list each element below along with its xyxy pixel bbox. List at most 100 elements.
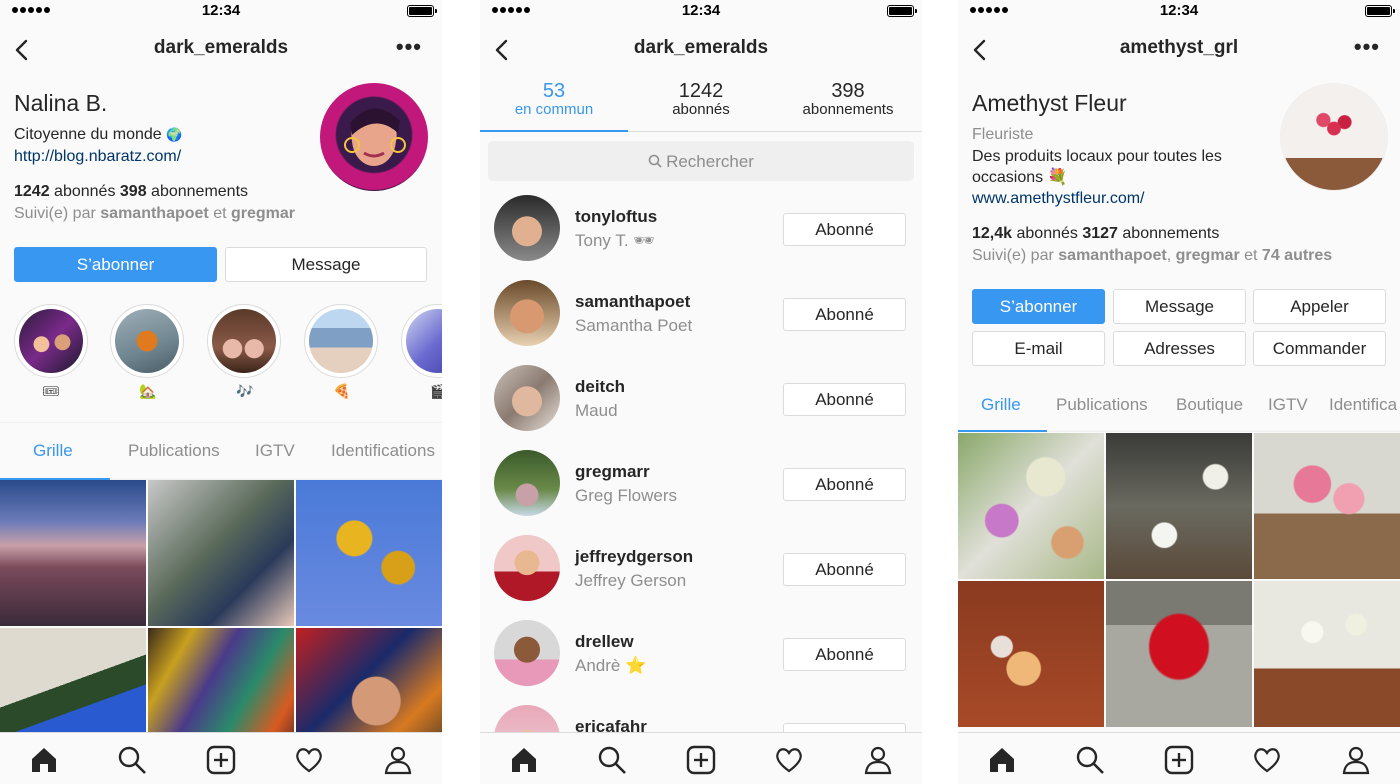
search-icon[interactable] <box>597 745 627 775</box>
call-button[interactable]: Appeler <box>1253 289 1386 324</box>
profile-link[interactable]: http://blog.nbaratz.com/ <box>14 146 181 167</box>
avatar[interactable] <box>494 450 560 516</box>
avatar[interactable] <box>320 83 428 191</box>
grid-photo[interactable] <box>958 581 1104 727</box>
profile-link[interactable]: www.amethystfleur.com/ <box>972 188 1145 209</box>
grid-photo[interactable] <box>958 433 1104 579</box>
back-arrow-icon[interactable] <box>970 38 990 62</box>
following-button[interactable]: Abonné <box>783 383 906 416</box>
list-item[interactable]: gregmarr Greg Flowers Abonné <box>480 440 922 525</box>
story-highlight[interactable] <box>304 304 378 378</box>
followers-count[interactable]: 1242 <box>14 183 50 200</box>
following-button[interactable]: Abonné <box>783 638 906 671</box>
tab-posts[interactable]: Publications <box>1056 395 1148 415</box>
back-arrow-icon[interactable] <box>492 38 512 62</box>
following-button[interactable]: Abonné <box>783 213 906 246</box>
followed-by-user[interactable]: gregmar <box>231 205 295 222</box>
search-input[interactable]: Rechercher <box>488 141 914 181</box>
followers-label[interactable]: abonnés <box>54 183 115 200</box>
tab-posts[interactable]: Publications <box>128 441 220 461</box>
profile-icon[interactable] <box>383 745 413 775</box>
grid-photo[interactable] <box>1106 581 1252 727</box>
back-arrow-icon[interactable] <box>12 38 32 62</box>
search-icon[interactable] <box>1075 745 1105 775</box>
tab-tagged[interactable]: Identifications <box>331 441 435 461</box>
profile-icon[interactable] <box>863 745 893 775</box>
following-label[interactable]: abonnements <box>151 183 248 200</box>
avatar[interactable] <box>494 535 560 601</box>
tab-grid[interactable]: Grille <box>981 395 1021 415</box>
tab-shop[interactable]: Boutique <box>1176 395 1243 415</box>
following-label[interactable]: abonnements <box>1122 225 1219 242</box>
following-button[interactable]: Abonné <box>783 553 906 586</box>
tab-grid[interactable]: Grille <box>33 441 73 461</box>
followed-by-user[interactable]: gregmar <box>1176 247 1240 264</box>
username[interactable]: gregmarr <box>575 462 650 482</box>
message-button[interactable]: Message <box>1113 289 1246 324</box>
grid-photo[interactable] <box>0 480 146 626</box>
activity-heart-icon[interactable] <box>294 745 324 775</box>
following-button[interactable]: Abonné <box>783 468 906 501</box>
tab-igtv[interactable]: IGTV <box>1268 395 1308 415</box>
profile-icon[interactable] <box>1341 745 1371 775</box>
followed-by-others[interactable]: 74 autres <box>1262 247 1332 264</box>
username[interactable]: samanthapoet <box>575 292 690 312</box>
new-post-icon[interactable] <box>206 745 236 775</box>
grid-photo[interactable] <box>1254 581 1400 727</box>
search-placeholder-text: Rechercher <box>666 152 754 171</box>
order-button[interactable]: Commander <box>1253 331 1386 366</box>
tab-mutual[interactable]: 53 en commun <box>480 80 628 118</box>
avatar[interactable] <box>1280 83 1388 191</box>
list-item[interactable]: tonyloftus Tony T. 🕶 Abonné <box>480 185 922 270</box>
message-button[interactable]: Message <box>225 247 427 282</box>
follow-button[interactable]: S’abonner <box>14 247 217 282</box>
grid-photo[interactable] <box>296 480 442 626</box>
more-options-icon[interactable]: ••• <box>396 34 422 60</box>
followed-by-user[interactable]: samanthapoet <box>100 205 208 222</box>
grid-photo[interactable] <box>148 480 294 626</box>
username[interactable]: tonyloftus <box>575 207 657 227</box>
username[interactable]: deitch <box>575 377 625 397</box>
list-item[interactable]: samanthapoet Samantha Poet Abonné <box>480 270 922 355</box>
list-item[interactable]: deitch Maud Abonné <box>480 355 922 440</box>
following-button[interactable]: Abonné <box>783 298 906 331</box>
new-post-icon[interactable] <box>1164 745 1194 775</box>
tab-igtv[interactable]: IGTV <box>255 441 295 461</box>
tab-tagged[interactable]: Identifica <box>1329 395 1397 415</box>
grid-photo[interactable] <box>1106 433 1252 579</box>
tab-following[interactable]: 398 abonnements <box>774 80 922 118</box>
followers-count[interactable]: 12,4k <box>972 225 1012 242</box>
home-icon[interactable] <box>509 745 539 775</box>
more-options-icon[interactable]: ••• <box>1354 34 1380 60</box>
story-highlight[interactable] <box>401 304 442 378</box>
avatar[interactable] <box>494 280 560 346</box>
story-highlight[interactable] <box>207 304 281 378</box>
directions-button[interactable]: Adresses <box>1113 331 1246 366</box>
home-icon[interactable] <box>29 745 59 775</box>
list-item[interactable]: jeffreydgerson Jeffrey Gerson Abonné <box>480 525 922 610</box>
activity-heart-icon[interactable] <box>774 745 804 775</box>
follow-button[interactable]: S’abonner <box>972 289 1105 324</box>
avatar[interactable] <box>494 620 560 686</box>
followed-by[interactable]: Suivi(e) par samanthapoet, gregmar et 74… <box>972 245 1332 266</box>
activity-heart-icon[interactable] <box>1252 745 1282 775</box>
home-icon[interactable] <box>987 745 1017 775</box>
followers-label[interactable]: abonnés <box>1017 225 1078 242</box>
mutual-count: 53 <box>542 80 566 102</box>
followed-by[interactable]: Suivi(e) par samanthapoet et gregmar <box>14 203 295 224</box>
list-item[interactable]: drellew Andrè ⭐ Abonné <box>480 610 922 695</box>
story-highlight[interactable] <box>110 304 184 378</box>
grid-photo[interactable] <box>1254 433 1400 579</box>
avatar[interactable] <box>494 195 560 261</box>
avatar[interactable] <box>494 365 560 431</box>
followed-by-user[interactable]: samanthapoet <box>1058 247 1166 264</box>
following-count[interactable]: 3127 <box>1082 225 1118 242</box>
search-icon[interactable] <box>117 745 147 775</box>
new-post-icon[interactable] <box>686 745 716 775</box>
username[interactable]: drellew <box>575 632 634 652</box>
following-count[interactable]: 398 <box>120 183 147 200</box>
username[interactable]: jeffreydgerson <box>575 547 693 567</box>
tab-followers[interactable]: 1242 abonnés <box>627 80 775 118</box>
email-button[interactable]: E-mail <box>972 331 1105 366</box>
story-highlight[interactable] <box>14 304 88 378</box>
